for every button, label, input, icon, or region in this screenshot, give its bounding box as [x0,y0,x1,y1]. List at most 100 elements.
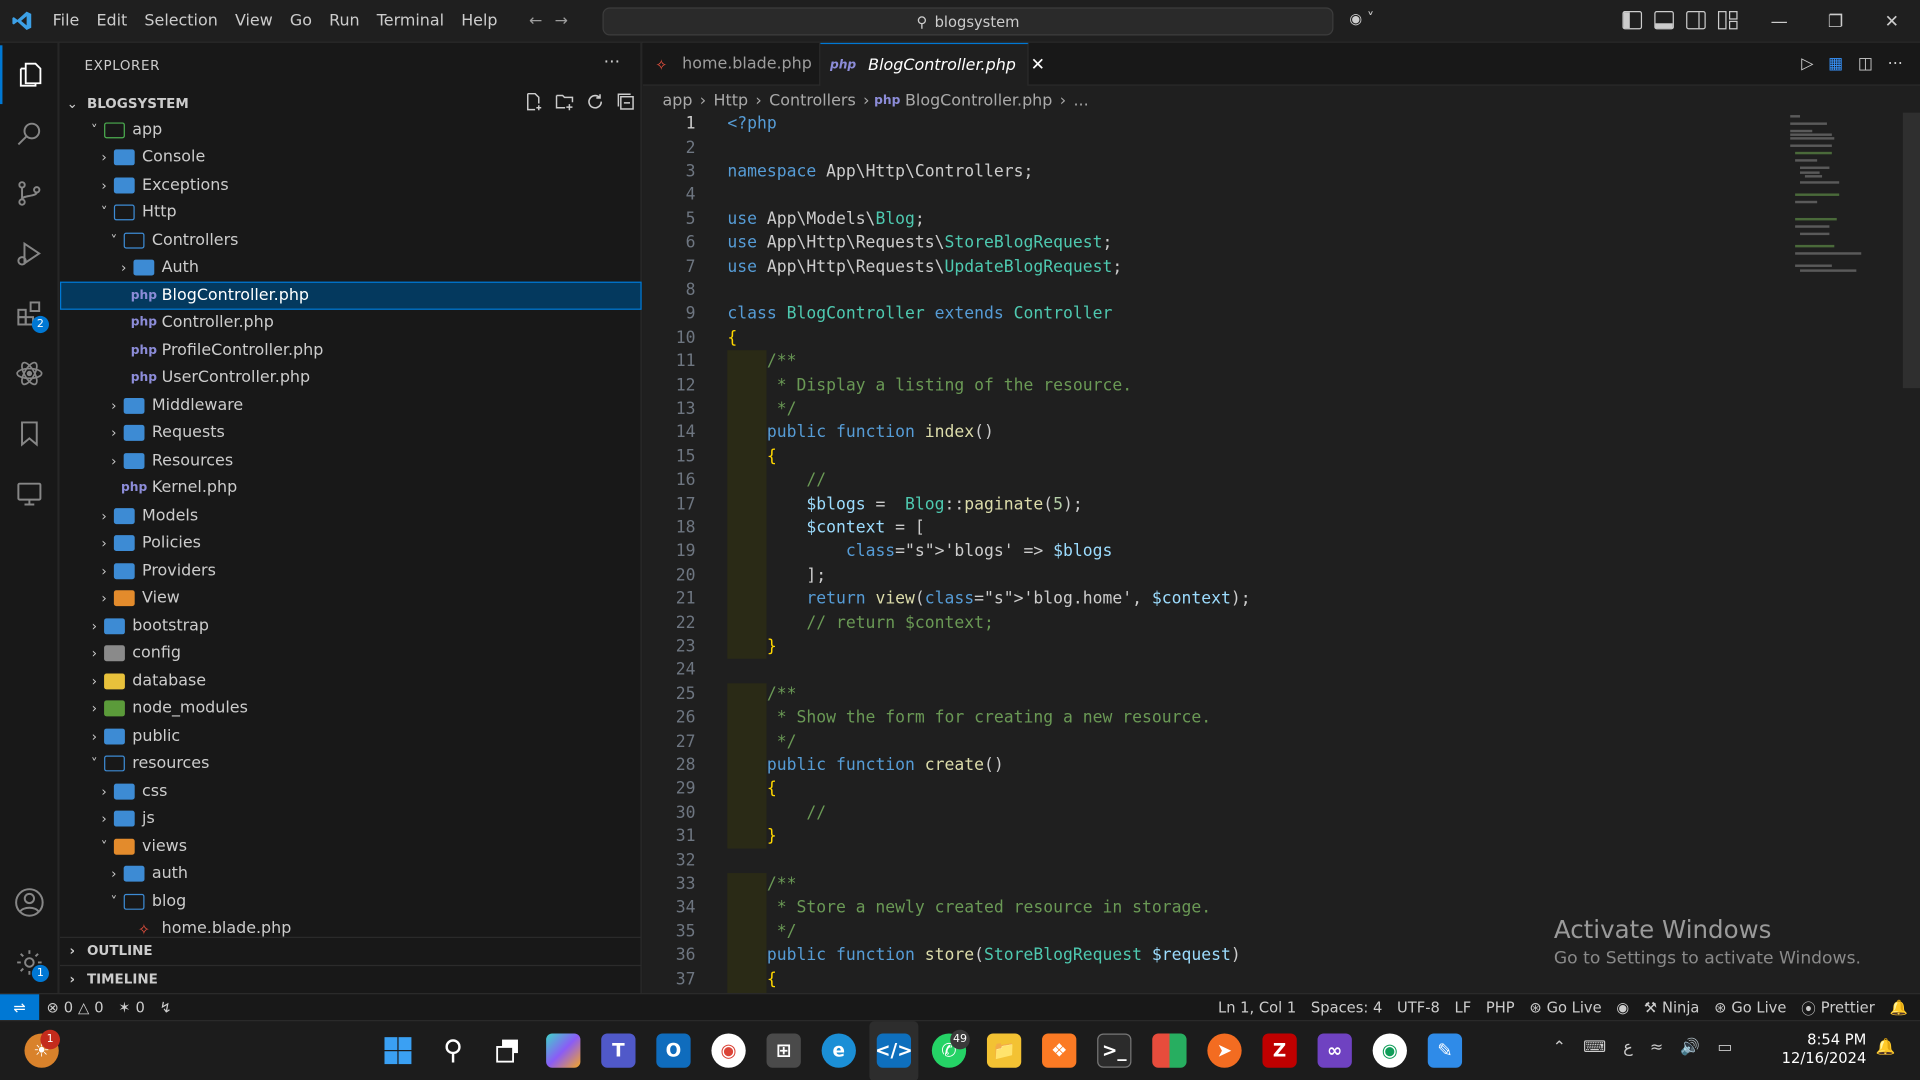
tree-item[interactable]: › js [60,805,642,833]
search-icon[interactable]: ⚲ [436,1033,470,1067]
more-actions-icon[interactable]: ··· [1888,55,1903,73]
tree-item[interactable]: ˅ app [60,116,642,144]
indentation[interactable]: Spaces: 4 [1304,999,1390,1016]
editor-scrollbar[interactable] [1902,112,1920,389]
breadcrumb-item[interactable]: BlogController.php [905,92,1052,110]
extensions-icon[interactable]: 2 [0,284,59,343]
manage-gear-icon[interactable]: 1 [0,933,59,992]
language-mode[interactable]: PHP [1479,999,1522,1016]
teams-icon[interactable]: T [601,1033,636,1068]
tree-item[interactable]: › Exceptions [60,171,642,199]
tree-item[interactable]: › auth [60,860,642,888]
terminal-icon[interactable]: >_ [1097,1033,1132,1068]
tree-item[interactable]: › node_modules [60,695,642,723]
menu-help[interactable]: Help [453,0,506,42]
notifications-bell-icon[interactable]: 🔔 [1882,999,1920,1016]
copilot-icon[interactable]: ◉ ˅ [1349,10,1374,27]
wifi-icon[interactable]: ≈ [1650,1038,1663,1056]
restore-icon[interactable]: ❐ [1807,0,1863,43]
collapse-all-icon[interactable] [616,92,636,112]
tree-item[interactable]: › Middleware [60,392,642,420]
toggle-primary-sidebar-icon[interactable] [1622,11,1643,30]
paint-icon[interactable]: ✎ [1427,1033,1463,1068]
tree-item[interactable]: › Policies [60,530,642,558]
explorer-icon[interactable] [0,45,59,105]
file-explorer-icon[interactable]: 📁 [986,1033,1022,1068]
source-control-icon[interactable] [0,164,59,223]
menu-go[interactable]: Go [281,0,320,42]
timeline-section[interactable]: › TIMELINE [60,964,642,992]
volume-icon[interactable]: 🔊 [1680,1038,1700,1056]
edge-icon[interactable]: e [821,1033,856,1068]
go-live-button[interactable]: ⊛ Go Live [1522,999,1609,1016]
breadcrumb-item[interactable]: Http [714,92,749,110]
code-editor[interactable]: 1 <?php 2 3 namespace App\Http\Controllers; 4… [643,113,1920,1016]
more-actions-icon[interactable]: ··· [604,53,620,73]
xampp-icon[interactable]: ❖ [1042,1033,1077,1068]
ports-indicator[interactable]: ✶ 0 [111,999,152,1016]
tree-item[interactable]: php Controller.php [60,309,642,337]
tab-blog-controller[interactable]: php BlogController.php ✕ [820,42,1045,86]
tree-item[interactable]: ˅ blog [60,888,642,916]
minimize-icon[interactable]: — [1751,0,1807,43]
chrome-profile-icon[interactable]: ◉ [1372,1033,1407,1068]
breadcrumb-item[interactable]: Controllers [769,92,856,110]
cursor-position[interactable]: Ln 1, Col 1 [1211,999,1304,1016]
toggle-secondary-sidebar-icon[interactable] [1686,11,1706,30]
task-view-icon[interactable] [491,1033,525,1067]
lightning-icon[interactable]: ↯ [152,999,179,1016]
toggle-panel-icon[interactable] [1654,11,1674,30]
tree-item[interactable]: › Console [60,144,642,172]
notification-bell-icon[interactable]: 🔔 [1876,1038,1896,1056]
ninja-button[interactable]: ⚒ Ninja [1637,999,1707,1016]
accounts-icon[interactable] [0,873,59,932]
tree-item[interactable]: › Providers [60,557,642,585]
tree-item[interactable]: ˅ resources [60,750,642,778]
visual-studio-icon[interactable]: ∞ [1317,1033,1352,1068]
copilot-app-icon[interactable] [546,1033,581,1068]
problems-indicator[interactable]: ⊗ 0 △ 0 [39,999,111,1016]
tree-item[interactable]: › Resources [60,447,642,475]
back-arrow-icon[interactable]: ← [529,12,542,30]
calculator-icon[interactable]: ⊞ [766,1033,801,1068]
tree-item[interactable]: › database [60,667,642,695]
minimap[interactable] [1788,113,1874,284]
remote-indicator-icon[interactable]: ⇌ [0,993,40,1021]
chevron-up-icon[interactable]: ⌃ [1553,1038,1566,1056]
tree-item[interactable]: › Requests [60,419,642,447]
menu-terminal[interactable]: Terminal [368,0,452,42]
outline-section[interactable]: › OUTLINE [60,936,642,964]
menu-edit[interactable]: Edit [88,0,136,42]
new-file-icon[interactable] [524,92,544,112]
breadcrumb-item[interactable]: ... [1073,92,1088,110]
tree-item[interactable]: php Kernel.php [60,474,642,502]
search-icon[interactable] [0,104,59,163]
new-folder-icon[interactable] [555,92,575,112]
tree-item[interactable]: ˅ Controllers [60,227,642,255]
postman-icon[interactable]: ➤ [1207,1033,1242,1068]
winrar-icon[interactable] [1152,1033,1187,1068]
tree-item[interactable]: › public [60,722,642,750]
menu-file[interactable]: File [44,0,88,42]
taskbar-clock[interactable]: 8:54 PM 12/16/2024 [1782,1031,1867,1068]
run-icon[interactable]: ▷ [1801,55,1813,73]
breadcrumb-item[interactable]: app [662,92,692,110]
battery-icon[interactable]: ▭ [1717,1038,1732,1056]
split-editor-icon[interactable]: ◫ [1858,55,1873,73]
tab-home-blade[interactable]: ✧ home.blade.php [643,42,821,86]
tree-item[interactable]: php BlogController.php [60,281,642,310]
bookmark-icon[interactable] [0,404,59,463]
tree-item[interactable]: › bootstrap [60,612,642,640]
filezilla-icon[interactable]: Z [1262,1033,1297,1068]
keyboard-icon[interactable]: ⌨ [1583,1038,1606,1056]
tree-item[interactable]: › View [60,585,642,613]
remote-explorer-icon[interactable] [0,464,59,523]
tree-item[interactable]: › config [60,640,642,668]
command-center-search[interactable]: ⚲ blogsystem [602,7,1334,36]
run-debug-icon[interactable] [0,224,59,283]
menu-run[interactable]: Run [321,0,369,42]
close-icon[interactable]: ✕ [1864,0,1920,43]
tree-item[interactable]: › css [60,778,642,806]
windows-start-icon[interactable] [381,1033,415,1067]
prettier-button[interactable]: ⦿ Prettier [1794,997,1882,1018]
